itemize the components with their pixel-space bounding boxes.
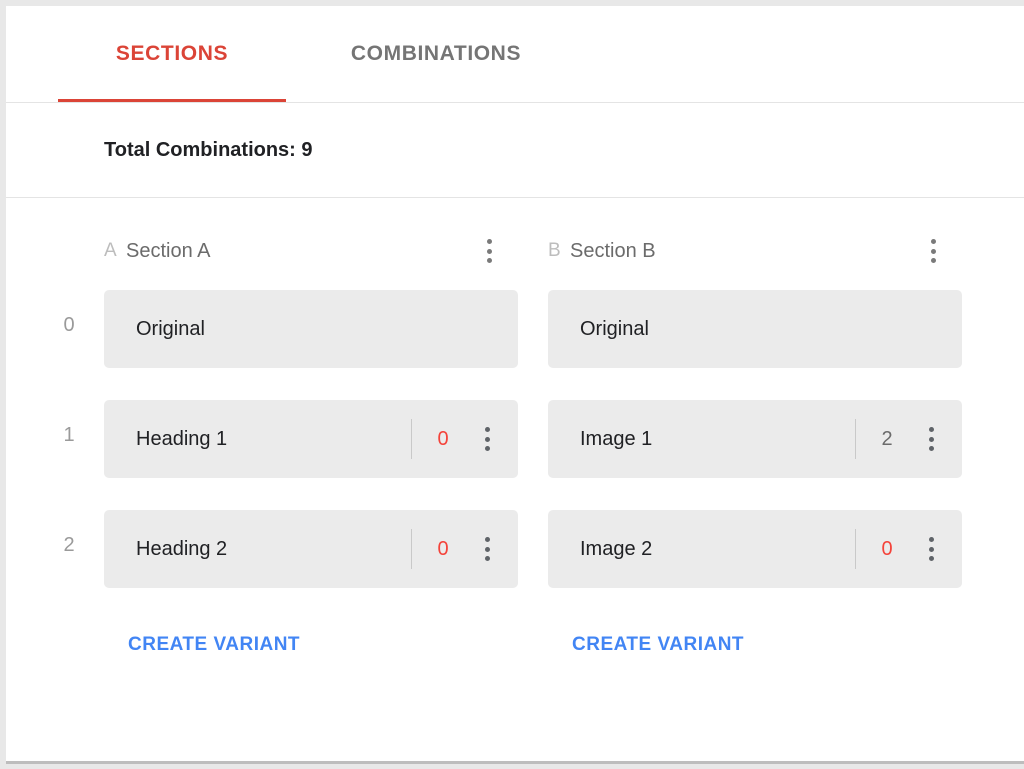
create-variant-button-section-a[interactable]: CREATE VARIANT (128, 634, 300, 656)
row-index: 1 (58, 424, 80, 447)
variant-label: Original (580, 318, 962, 341)
variant-count: 2 (856, 428, 918, 451)
dot (485, 427, 490, 432)
variant-label: Image 1 (580, 428, 855, 451)
section-a-menu-icon[interactable] (476, 236, 502, 266)
dot (929, 437, 934, 442)
variant-chip[interactable]: Heading 1 0 (104, 400, 518, 478)
section-b-title: Section B (570, 240, 656, 263)
variant-label: Original (136, 318, 518, 341)
tab-sections-label: SECTIONS (116, 42, 228, 66)
dot (931, 239, 936, 244)
total-combinations-label: Total Combinations: 9 (104, 139, 313, 162)
dot (929, 556, 934, 561)
variant-label: Heading 2 (136, 538, 411, 561)
dot (929, 537, 934, 542)
variant-menu-icon[interactable] (474, 424, 500, 454)
variant-count: 0 (412, 428, 474, 451)
sections-board: A Section A B Section B (6, 198, 1024, 690)
section-a-letter: A (104, 240, 126, 262)
section-a-title: Section A (126, 240, 211, 263)
dot (487, 239, 492, 244)
section-b-menu-icon[interactable] (920, 236, 946, 266)
dot (931, 258, 936, 263)
dot (487, 249, 492, 254)
variant-chip[interactable]: Heading 2 0 (104, 510, 518, 588)
variant-chip[interactable]: Image 2 0 (548, 510, 962, 588)
variant-menu-icon[interactable] (918, 534, 944, 564)
dot (485, 556, 490, 561)
variant-label: Image 2 (580, 538, 855, 561)
variant-chip[interactable]: Image 1 2 (548, 400, 962, 478)
dot (485, 446, 490, 451)
dot (485, 537, 490, 542)
variant-menu-icon[interactable] (474, 534, 500, 564)
tab-bar: SECTIONS COMBINATIONS (6, 6, 1024, 103)
dot (931, 249, 936, 254)
variant-menu-icon[interactable] (918, 424, 944, 454)
section-b-header: B Section B (548, 228, 656, 274)
variant-chip[interactable]: Original (548, 290, 962, 368)
dot (929, 446, 934, 451)
variant-count: 0 (412, 538, 474, 561)
variant-label: Heading 1 (136, 428, 411, 451)
dot (485, 437, 490, 442)
create-variant-row: CREATE VARIANT CREATE VARIANT (6, 620, 1024, 690)
variant-count: 0 (856, 538, 918, 561)
section-b-letter: B (548, 240, 570, 262)
variant-row: 0 Original Original (6, 290, 1024, 400)
tab-combinations-label: COMBINATIONS (351, 42, 521, 66)
variant-chip[interactable]: Original (104, 290, 518, 368)
variant-row: 2 Heading 2 0 Image 2 0 (6, 510, 1024, 620)
row-index: 2 (58, 534, 80, 557)
create-variant-button-section-b[interactable]: CREATE VARIANT (572, 634, 744, 656)
section-headers-row: A Section A B Section B (6, 228, 1024, 290)
active-tab-indicator (58, 99, 286, 102)
row-index: 0 (58, 314, 80, 337)
dot (929, 427, 934, 432)
total-combinations-bar: Total Combinations: 9 (6, 103, 1024, 198)
dot (485, 547, 490, 552)
tab-sections[interactable]: SECTIONS (52, 6, 292, 102)
variant-row: 1 Heading 1 0 Image 1 2 (6, 400, 1024, 510)
section-a-header: A Section A (104, 228, 211, 274)
dot (929, 547, 934, 552)
sections-card: SECTIONS COMBINATIONS Total Combinations… (6, 6, 1024, 764)
tab-combinations[interactable]: COMBINATIONS (312, 6, 560, 102)
dot (487, 258, 492, 263)
